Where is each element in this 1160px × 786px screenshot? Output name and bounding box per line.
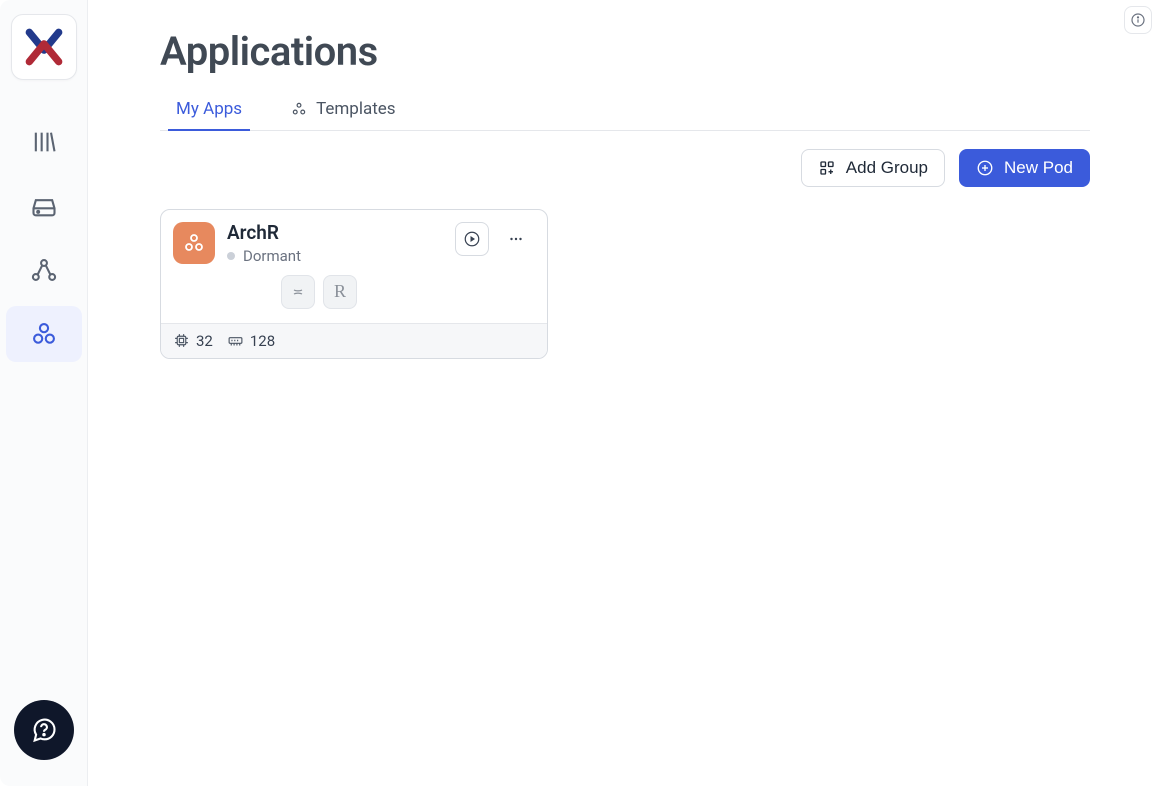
app-status-label: Dormant [243,247,301,265]
storage-icon [30,192,58,220]
app-logo[interactable] [11,14,77,80]
action-row: Add Group New Pod [160,131,1160,209]
library-icon [30,128,58,156]
pod-cluster-icon [182,231,206,255]
app-card-stats: 32 128 [161,323,547,358]
nav-storage[interactable] [6,178,82,234]
new-pod-icon [976,159,994,177]
memory-icon [227,332,244,349]
help-button[interactable] [14,700,74,760]
cpu-icon [173,332,190,349]
tab-my-apps[interactable]: My Apps [168,93,250,131]
page-title: Applications [160,28,1160,75]
logo-x-icon [23,26,65,68]
tabs: My Apps Templates [160,93,1090,131]
workflow-icon [30,256,58,284]
new-pod-label: New Pod [1004,158,1073,178]
new-pod-button[interactable]: New Pod [959,149,1090,187]
app-card-actions [455,222,533,256]
more-icon [507,230,525,248]
play-icon [463,230,481,248]
app-card[interactable]: ArchR Dormant R [160,209,548,359]
rstudio-button[interactable]: R [323,275,357,309]
app-name: ArchR [227,222,443,245]
help-chat-icon [30,716,58,744]
tab-my-apps-label: My Apps [176,99,242,119]
nav-workflows[interactable] [6,242,82,298]
add-group-button[interactable]: Add Group [801,149,945,187]
cpu-value: 32 [196,332,213,350]
jupyter-icon [290,284,306,300]
cpu-stat: 32 [173,332,213,350]
main-content: Applications My Apps Templates [88,0,1160,786]
info-button[interactable] [1124,6,1152,34]
nav-applications[interactable] [6,306,82,362]
play-button[interactable] [455,222,489,256]
memory-value: 128 [250,332,275,350]
status-dot-icon [227,252,235,260]
applications-icon [30,320,58,348]
nav-library[interactable] [6,114,82,170]
app-meta: ArchR Dormant R [227,222,443,309]
more-button[interactable] [499,222,533,256]
add-group-label: Add Group [846,158,928,178]
info-icon [1130,12,1146,28]
tab-templates-label: Templates [316,99,396,119]
tab-templates[interactable]: Templates [282,93,404,131]
app-mini-buttons: R [281,275,443,309]
memory-stat: 128 [227,332,275,350]
r-icon: R [334,281,346,302]
app-card-top: ArchR Dormant R [161,210,547,323]
jupyter-button[interactable] [281,275,315,309]
add-group-icon [818,159,836,177]
app-status: Dormant [227,247,443,265]
templates-icon [290,100,308,118]
sidebar [0,0,88,786]
app-card-icon [173,222,215,264]
